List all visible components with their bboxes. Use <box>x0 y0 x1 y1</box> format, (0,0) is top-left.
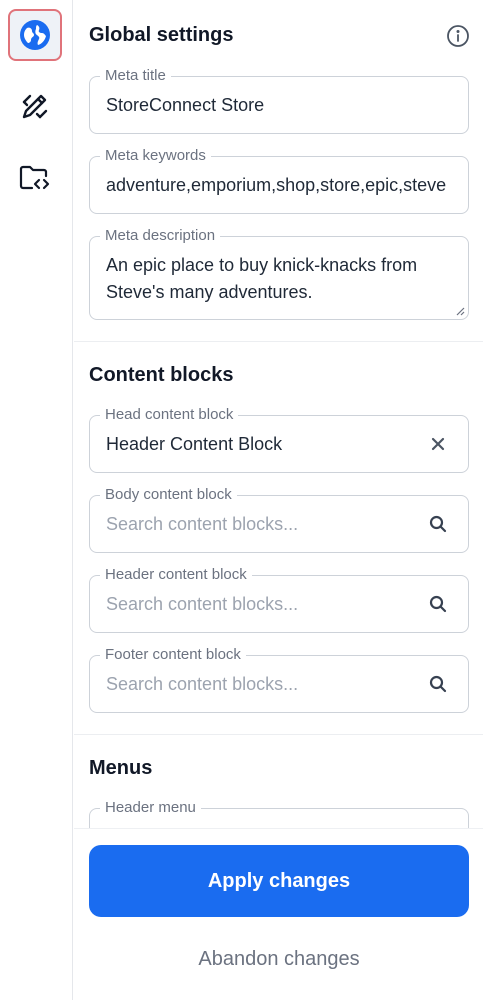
search-icon <box>429 595 447 613</box>
code-folder-icon <box>19 165 50 190</box>
meta-title-value[interactable]: StoreConnect Store <box>106 94 452 116</box>
meta-keywords-value[interactable]: adventure,emporium,shop,store,epic,steve <box>106 174 468 196</box>
footer-search-button[interactable] <box>428 674 448 694</box>
meta-keywords-field[interactable]: Meta keywords adventure,emporium,shop,st… <box>89 147 469 214</box>
search-icon <box>429 675 447 693</box>
footer-content-block-field[interactable]: Footer content block Search content bloc… <box>89 646 469 713</box>
clear-selection-button[interactable] <box>428 434 448 454</box>
header-search-button[interactable] <box>428 594 448 614</box>
header-menu-label: Header menu <box>100 799 201 817</box>
apply-changes-button[interactable]: Apply changes <box>89 845 469 917</box>
close-icon <box>431 437 445 451</box>
resize-handle-icon[interactable] <box>455 306 465 316</box>
meta-description-field[interactable]: Meta description An epic place to buy kn… <box>89 227 469 320</box>
menus-heading: Menus <box>89 757 153 779</box>
meta-description-label: Meta description <box>100 227 221 245</box>
action-footer: Apply changes Abandon changes <box>74 828 483 1000</box>
header-content-block-field[interactable]: Header content block Search content bloc… <box>89 566 469 633</box>
section-divider <box>74 734 483 735</box>
body-content-block-search-input[interactable]: Search content blocks... <box>106 513 452 535</box>
pen-ruler-icon <box>22 94 48 119</box>
section-divider <box>74 341 483 342</box>
body-content-block-label: Body content block <box>100 486 237 504</box>
icon-rail <box>0 0 73 1000</box>
footer-content-block-search-input[interactable]: Search content blocks... <box>106 673 452 695</box>
rail-item-code[interactable] <box>8 152 62 204</box>
header-content-block-label: Header content block <box>100 566 252 584</box>
abandon-changes-button[interactable]: Abandon changes <box>89 941 469 977</box>
search-icon <box>429 515 447 533</box>
body-search-button[interactable] <box>428 514 448 534</box>
header-content-block-search-input[interactable]: Search content blocks... <box>106 593 452 615</box>
head-content-block-field[interactable]: Head content block Header Content Block <box>89 406 469 473</box>
content-blocks-heading: Content blocks <box>89 364 234 386</box>
meta-description-value[interactable]: An epic place to buy knick-knacks from S… <box>106 252 452 306</box>
footer-content-block-label: Footer content block <box>100 646 246 664</box>
info-icon[interactable] <box>446 24 470 48</box>
rail-item-global-settings[interactable] <box>8 9 62 61</box>
rail-item-design[interactable] <box>8 80 62 132</box>
settings-panel: Global settings Meta title StoreConnect … <box>74 0 483 828</box>
body-content-block-field[interactable]: Body content block Search content blocks… <box>89 486 469 553</box>
head-content-block-value: Header Content Block <box>106 434 283 454</box>
meta-title-label: Meta title <box>100 67 171 85</box>
globe-icon <box>20 20 50 50</box>
head-content-block-label: Head content block <box>100 406 239 424</box>
header-menu-field[interactable]: Header menu <box>89 799 469 828</box>
meta-keywords-label: Meta keywords <box>100 147 211 165</box>
global-settings-heading: Global settings <box>89 24 234 46</box>
meta-title-field[interactable]: Meta title StoreConnect Store <box>89 67 469 134</box>
